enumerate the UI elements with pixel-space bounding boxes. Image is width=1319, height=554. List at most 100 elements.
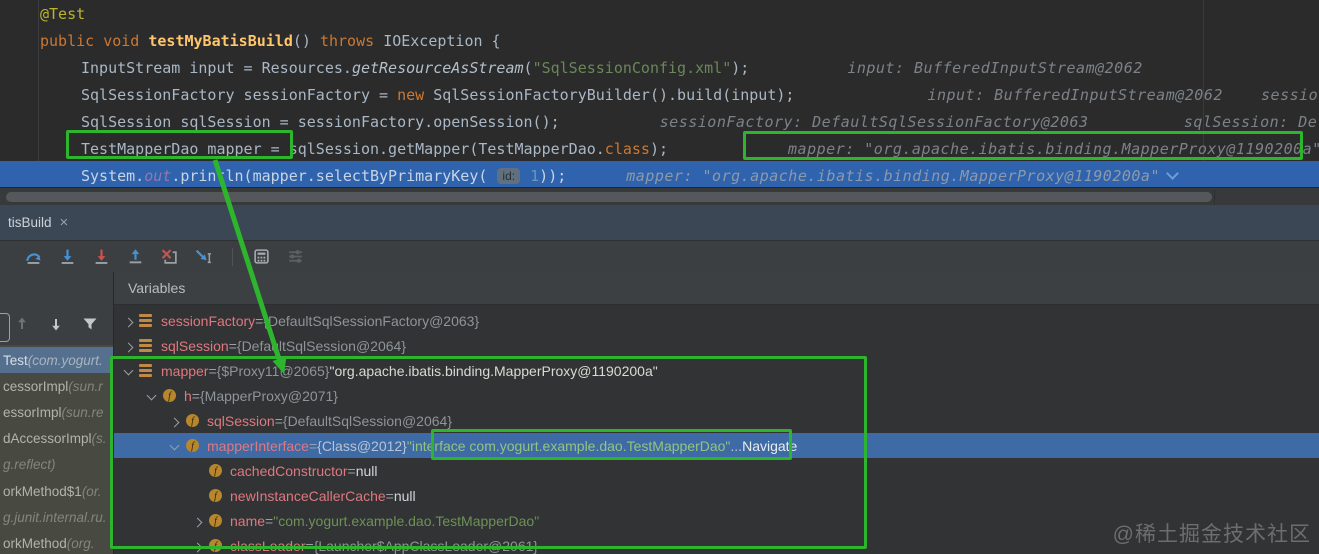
code-token: InputStream input = Resources. [81,59,352,77]
drop-frame-icon[interactable] [160,248,179,266]
tab-close-icon[interactable]: × [60,215,69,230]
code-line[interactable]: InputStream input = Resources.getResourc… [81,55,1143,82]
code-token: out [144,167,172,185]
frame-package: (or. [81,483,102,499]
frame-row[interactable]: g.reflect) [0,452,113,478]
trace-settings-icon[interactable] [286,248,305,266]
code-line[interactable]: public void testMyBatisBuild() throws IO… [40,28,501,55]
code-line[interactable]: @Test [40,1,85,28]
step-out-icon[interactable] [126,248,145,266]
navigate-link[interactable]: Navigate [742,438,797,454]
chevron-down-icon[interactable] [120,363,136,379]
inline-debug-value: input: BufferedInputStream@2062 [847,59,1143,77]
code-token: getResourceAsStream [351,59,524,77]
field-icon: f [208,538,223,553]
variable-value: {$Proxy11@2065} [216,362,330,379]
frame-row[interactable]: g.junit.internal.ru. [0,504,113,530]
step-over-icon[interactable] [24,248,43,266]
variable-value: {MapperProxy@2071} [199,387,338,404]
frame-method: orkMethod$1 [3,483,82,499]
frame-package: (com.yogurt. [27,352,103,368]
frame-down-icon[interactable] [48,316,64,332]
code-line[interactable]: SqlSession sqlSession = sessionFactory.o… [81,109,1319,136]
code-token: IOException { [383,32,501,50]
variable-row[interactable]: f cachedConstructor = null [113,458,1319,483]
code-editor[interactable]: @Test public void testMyBatisBuild() thro… [0,0,1319,187]
variable-name: sqlSession [161,337,229,354]
variable-row[interactable]: f sqlSession = {DefaultSqlSession@2064} [113,408,1319,433]
run-to-cursor-icon[interactable] [194,248,213,266]
field-icon: f [208,488,223,503]
frame-package: (org. [66,535,95,551]
variable-value: {DefaultSqlSession@2064} [282,412,452,429]
force-step-into-icon[interactable] [92,248,111,266]
equals-sign: = [305,537,314,554]
chevron-down-icon[interactable] [1166,167,1179,180]
variable-value: null [355,462,378,479]
editor-horizontal-scrollbar[interactable] [0,187,1319,206]
frames-panel: Test (com.yogurt. cessorImpl (sun.r essorI… [0,345,113,554]
variable-row[interactable]: mapper = {$Proxy11@2065} "org.apache.iba… [113,358,1319,383]
inline-debug-value: input: BufferedInputStream@2062 [927,86,1223,104]
chevron-right-icon[interactable] [120,338,136,354]
variable-row[interactable]: sqlSession = {DefaultSqlSession@2064} [113,333,1319,358]
field-icon: f [185,413,200,428]
chevron-right-icon[interactable] [166,413,182,429]
code-line[interactable]: TestMapperDao mapper = sqlSession.getMap… [81,136,1319,163]
chevron-right-icon[interactable] [189,513,205,529]
variables-header: Variables [113,272,1319,305]
variable-icon [139,338,154,353]
code-token: id: [497,168,521,184]
tab-debug-session[interactable]: tisBuild × [0,205,74,240]
variable-name: mapper [161,362,209,379]
frame-row[interactable]: essorImpl (sun.re [0,399,113,425]
frame-package: (sun.r [68,378,103,394]
chevron-down-icon[interactable] [166,438,182,454]
variable-row[interactable]: fh = {MapperProxy@2071} [113,383,1319,408]
frame-row[interactable]: cessorImpl (sun.r [0,373,113,399]
inline-debug-value: sqlSession: DefaultS [1183,113,1319,131]
frame-row[interactable]: orkMethod$1 (or. [0,478,113,504]
scrollbar-corner-divider [1214,190,1215,204]
code-token: ( [523,59,533,77]
equals-sign: = [208,362,217,379]
filter-icon[interactable] [82,316,98,332]
code-token: "SqlSessionConfig.xml" [532,59,732,77]
field-icon: f [162,388,177,403]
variable-name: name [230,512,266,529]
variable-value: "com.yogurt.example.dao.TestMapperDao" [273,512,540,529]
chevron-right-icon[interactable] [120,313,136,329]
inline-debug-value: mapper: "org.apache.ibatis.binding.Mappe… [788,140,1319,158]
variable-value: {DefaultSqlSession@2064} [236,337,406,354]
inline-debug-value: sessionFactory: DefaultSqlSessionFactory… [659,113,1089,131]
frame-row[interactable]: orkMethod (org. [0,530,113,554]
frame-up-icon[interactable] [14,316,30,332]
variable-row[interactable]: sessionFactory = {DefaultSqlSessionFacto… [113,308,1319,333]
variable-row[interactable]: f newInstanceCallerCache = null [113,483,1319,508]
inline-debug-value: sessionFa [1261,86,1319,104]
step-into-icon[interactable] [58,248,77,266]
variable-value: "org.apache.ibatis.binding.MapperProxy@1… [329,362,658,379]
field-icon: f [208,463,223,478]
frame-row[interactable]: dAccessorImpl (s. [0,426,113,452]
code-line[interactable]: System.out.println(mapper.selectByPrimar… [81,163,1179,187]
tab-label: tisBuild [8,215,52,230]
code-token: SqlSessionFactory sessionFactory = [81,86,398,104]
code-line[interactable]: SqlSessionFactory sessionFactory = new S… [81,82,1319,109]
variable-row[interactable]: f mapperInterface = {Class@2012} "interfa… [113,433,1319,458]
chevron-right-icon[interactable] [189,538,205,554]
code-token: new [397,86,434,104]
frame-method: dAccessorImpl [3,431,92,447]
evaluate-expression-icon[interactable] [252,248,271,266]
code-token: TestMapperDao mapper = sqlSession.getMap… [81,140,605,158]
variable-name: mapperInterface [207,437,309,454]
code-token: () [292,32,320,50]
chevron-down-icon[interactable] [143,388,159,404]
variable-value: {DefaultSqlSessionFactory@2063} [263,312,480,329]
variable-name: sqlSession [207,412,275,429]
scrollbar-thumb[interactable] [6,192,1212,202]
code-token: .println(mapper.selectByPrimaryKey( [171,167,497,185]
field-icon: f [208,513,223,528]
frame-row[interactable]: Test (com.yogurt. [0,347,113,373]
equals-sign: = [255,312,264,329]
